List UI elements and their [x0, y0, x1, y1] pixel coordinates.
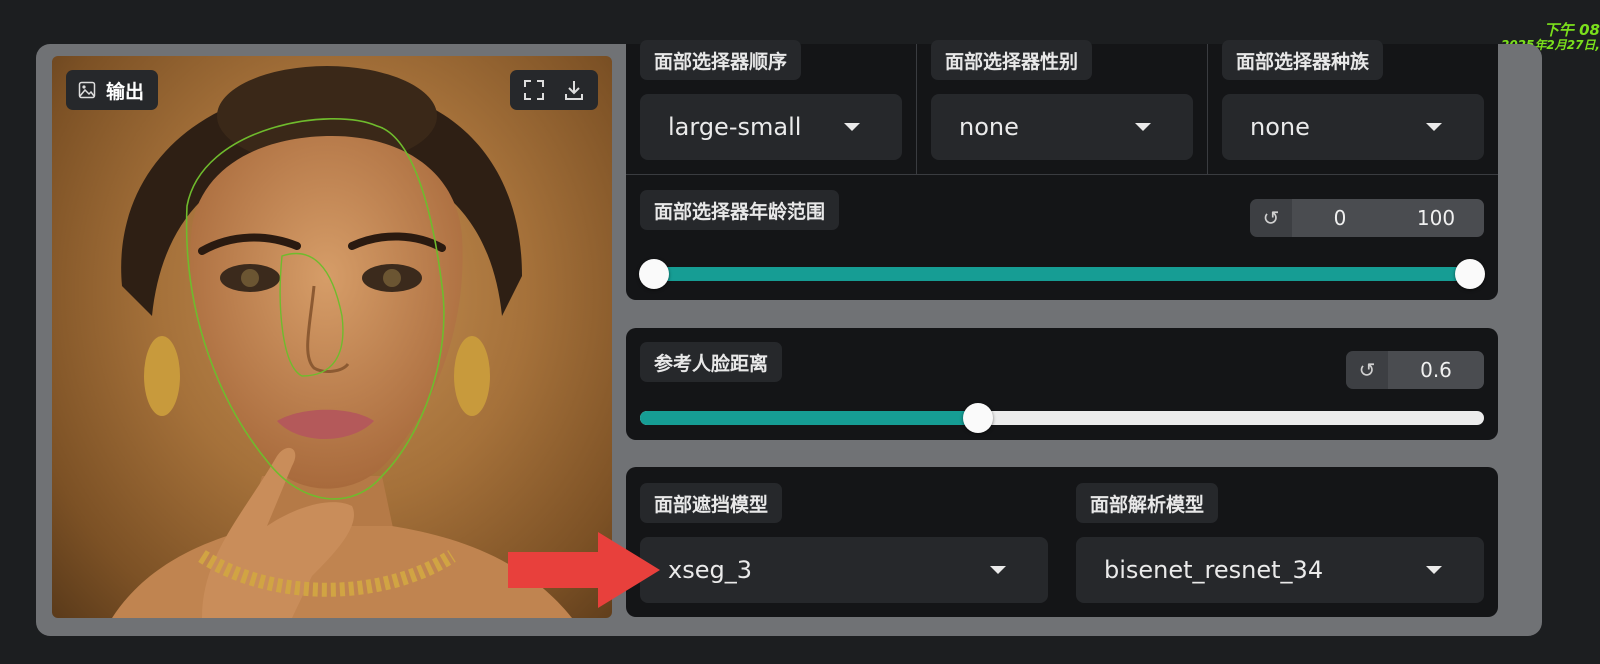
face-selector-panel: 面部选择器顺序 large-small 面部选择器性别 none 面部选择器种族…	[626, 40, 1498, 300]
reference-distance-fill	[640, 411, 978, 425]
face-selector-gender-dropdown[interactable]: none	[931, 94, 1193, 160]
output-toolbar	[510, 70, 598, 110]
output-label: 输出	[66, 70, 159, 110]
age-range-fill	[654, 267, 1470, 281]
face-selector-order-label: 面部选择器顺序	[640, 40, 802, 80]
face-selector-order-dropdown[interactable]: large-small	[640, 94, 902, 160]
reference-distance-input[interactable]: 0.6	[1388, 351, 1484, 389]
age-min-input[interactable]: 0	[1292, 199, 1388, 237]
chevron-down-icon	[1135, 123, 1151, 131]
image-icon	[78, 81, 96, 99]
divider	[916, 44, 917, 174]
reference-distance-label: 参考人脸距离	[640, 342, 783, 382]
reference-distance-slider[interactable]	[640, 403, 1484, 433]
age-range-slider[interactable]	[639, 259, 1485, 289]
face-selector-gender-value: none	[959, 113, 1019, 141]
occluder-model-value: xseg_3	[668, 556, 752, 584]
age-range-inputs: ↺ 0 100	[1250, 199, 1484, 237]
chevron-down-icon	[990, 566, 1006, 574]
occluder-model-label: 面部遮挡模型	[640, 483, 783, 523]
face-models-panel: 面部遮挡模型 xseg_3 面部解析模型 bisenet_resnet_34	[626, 467, 1498, 617]
divider	[626, 174, 1498, 175]
reference-distance-handle[interactable]	[962, 403, 993, 433]
reference-distance-input-group: ↺ 0.6	[1346, 351, 1484, 389]
age-max-input[interactable]: 100	[1388, 199, 1484, 237]
parser-model-value: bisenet_resnet_34	[1104, 556, 1324, 584]
age-min-handle[interactable]	[639, 259, 669, 289]
reset-icon: ↺	[1262, 206, 1280, 230]
chevron-down-icon	[1426, 123, 1442, 131]
parser-model-label: 面部解析模型	[1076, 483, 1219, 523]
fullscreen-icon	[524, 80, 544, 100]
fullscreen-button[interactable]	[518, 74, 550, 106]
distance-reset-button[interactable]: ↺	[1346, 351, 1388, 389]
divider	[1207, 44, 1208, 174]
parser-model-dropdown[interactable]: bisenet_resnet_34	[1076, 537, 1484, 603]
output-label-text: 输出	[106, 80, 145, 103]
face-selector-age-label: 面部选择器年龄范围	[640, 190, 840, 230]
face-selector-order-value: large-small	[668, 113, 802, 141]
reset-icon: ↺	[1358, 358, 1376, 382]
face-selector-race-value: none	[1250, 113, 1310, 141]
face-selector-gender-label: 面部选择器性别	[931, 40, 1093, 80]
face-selector-race-label: 面部选择器种族	[1222, 40, 1384, 80]
age-max-handle[interactable]	[1455, 259, 1485, 289]
face-selector-race-dropdown[interactable]: none	[1222, 94, 1484, 160]
reference-distance-panel: 参考人脸距离 ↺ 0.6	[626, 328, 1498, 440]
chevron-down-icon	[844, 123, 860, 131]
timestamp-time: 下午 08	[1543, 21, 1600, 39]
download-button[interactable]	[558, 74, 590, 106]
occluder-model-dropdown[interactable]: xseg_3	[640, 537, 1048, 603]
download-icon	[565, 81, 583, 100]
red-arrow-annotation	[508, 532, 660, 608]
age-reset-button[interactable]: ↺	[1250, 199, 1292, 237]
chevron-down-icon	[1426, 566, 1442, 574]
